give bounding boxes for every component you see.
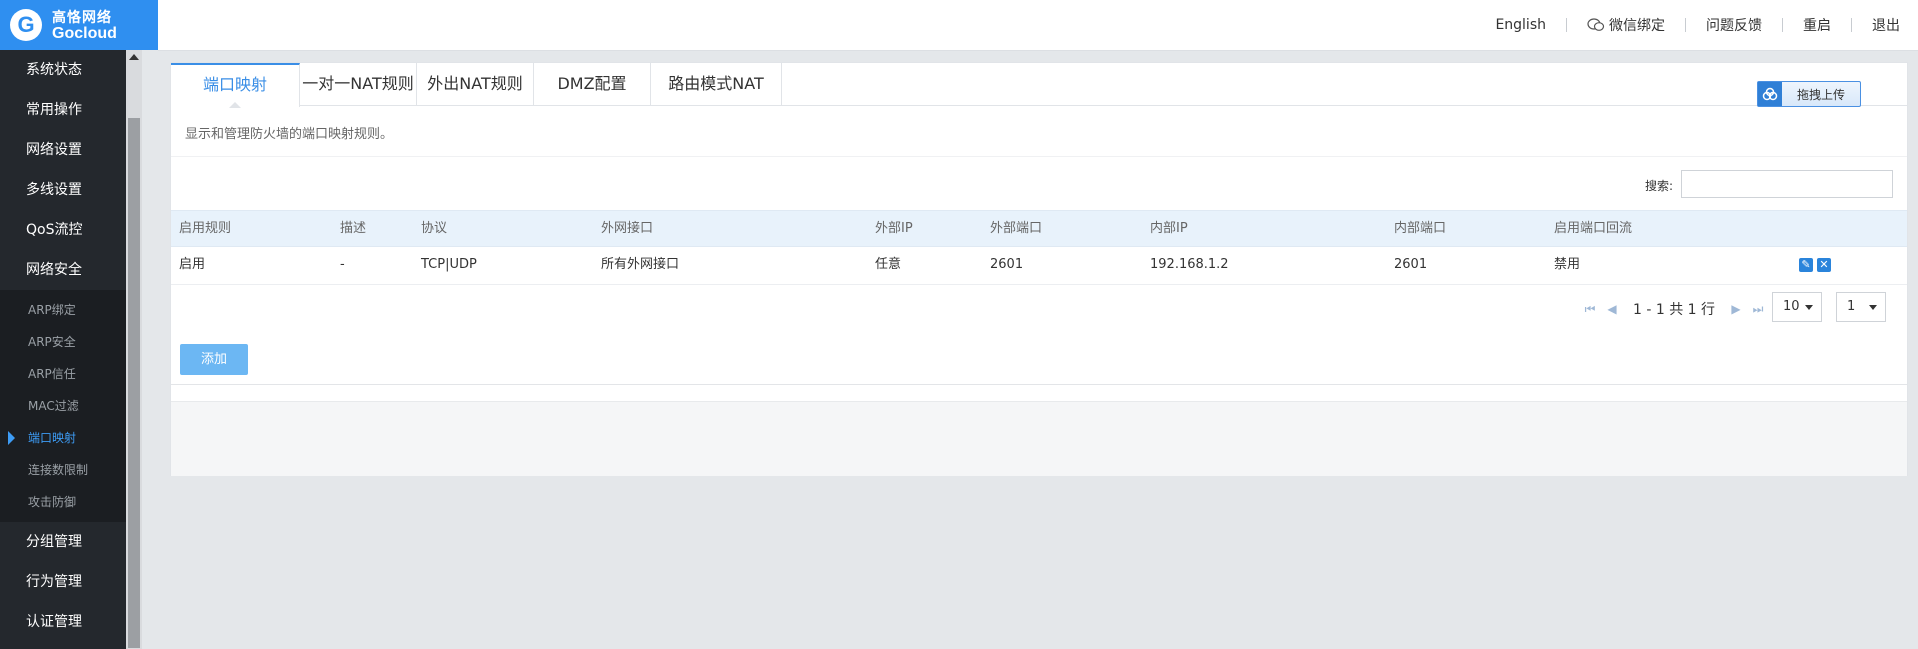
pagination: ⏮ ◀ 1 - 1 共 1 行 ▶ ⏭ [1579, 294, 1769, 324]
sidebar-item-group-mgmt[interactable]: 分组管理 [0, 522, 142, 562]
tab-dmz[interactable]: DMZ配置 [534, 63, 651, 105]
chevron-down-icon [1869, 305, 1877, 310]
search-label: 搜索: [1645, 179, 1674, 193]
reboot-label: 重启 [1803, 18, 1831, 34]
col-port-loopback: 启用端口回流 [1554, 221, 1633, 236]
cloud-upload-icon [1758, 82, 1782, 106]
cell-external-ip: 任意 [875, 257, 902, 272]
delete-icon[interactable]: ✕ [1817, 258, 1831, 272]
drag-upload-label: 拖拽上传 [1796, 87, 1845, 102]
col-external-port: 外部端口 [990, 221, 1043, 236]
tab-outbound-nat[interactable]: 外出NAT规则 [417, 63, 534, 105]
col-description: 描述 [340, 221, 367, 236]
brand-name-en: Gocloud [52, 25, 117, 42]
col-enable-rule: 启用规则 [179, 221, 232, 236]
sidebar-item-behavior-mgmt[interactable]: 行为管理 [0, 562, 142, 602]
tab-route-mode-nat[interactable]: 路由模式NAT [651, 63, 782, 105]
sidebar-item-network-settings[interactable]: 网络设置 [0, 130, 142, 170]
cell-port-loopback: 禁用 [1554, 257, 1581, 272]
sidebar-item-network-security[interactable]: 网络安全 [0, 250, 142, 290]
sidebar-item-system-status[interactable]: 系统状态 [0, 50, 142, 90]
tab-one-to-one-nat[interactable]: 一对一NAT规则 [300, 63, 417, 105]
pagination-summary: 1 - 1 共 1 行 [1633, 302, 1716, 318]
cell-internal-port: 2601 [1394, 257, 1428, 272]
sidebar-subitem-arp-trust[interactable]: ARP信任 [0, 358, 142, 390]
sidebar-item-auth-mgmt[interactable]: 认证管理 [0, 602, 142, 642]
wechat-bind-label: 微信绑定 [1609, 18, 1665, 34]
last-page-icon[interactable]: ⏭ [1751, 302, 1765, 316]
language-link[interactable]: English [1495, 17, 1546, 33]
wechat-bind-link[interactable]: 微信绑定 [1587, 15, 1665, 35]
col-internal-port: 内部端口 [1394, 221, 1447, 236]
top-header: English 微信绑定 问题反馈 重启 退出 [158, 0, 1918, 51]
divider [171, 384, 1907, 385]
scrollbar-thumb[interactable] [128, 118, 140, 648]
feedback-label: 问题反馈 [1706, 18, 1762, 34]
page-size-select[interactable]: 10 [1772, 292, 1822, 322]
table-header: 启用规则 描述 协议 外网接口 外部IP 外部端口 内部IP 内部端口 启用端口… [171, 210, 1907, 247]
col-protocol: 协议 [421, 221, 448, 236]
page-description: 显示和管理防火墙的端口映射规则。 [185, 127, 394, 142]
gocloud-logo-icon [10, 9, 42, 41]
language-link-label: English [1495, 17, 1546, 33]
header-links: English 微信绑定 问题反馈 重启 退出 [1495, 0, 1900, 50]
scroll-up-icon[interactable] [129, 54, 139, 60]
page-number-value: 1 [1847, 299, 1856, 314]
col-internal-ip: 内部IP [1150, 221, 1188, 236]
divider [1566, 18, 1567, 32]
col-external-ip: 外部IP [875, 221, 913, 236]
sidebar-item-multiline[interactable]: 多线设置 [0, 170, 142, 210]
sidebar-subitem-conn-limit[interactable]: 连接数限制 [0, 454, 142, 486]
sidebar-subitem-attack-defense[interactable]: 攻击防御 [0, 486, 142, 518]
brand-logo: 高恪网络 Gocloud [0, 0, 158, 50]
sidebar-subitem-arp-security[interactable]: ARP安全 [0, 326, 142, 358]
drag-upload-button[interactable]: 拖拽上传 [1757, 81, 1861, 107]
logout-link[interactable]: 退出 [1872, 15, 1900, 35]
cell-description: - [340, 257, 345, 272]
page-number-select[interactable]: 1 [1836, 292, 1886, 322]
reboot-link[interactable]: 重启 [1803, 15, 1831, 35]
chevron-down-icon [1805, 305, 1813, 310]
cell-enable-rule: 启用 [179, 257, 206, 272]
security-submenu: ARP绑定 ARP安全 ARP信任 MAC过滤 端口映射 连接数限制 攻击防御 [0, 290, 142, 522]
add-button[interactable]: 添加 [180, 344, 248, 375]
panel-footer [171, 401, 1907, 476]
feedback-link[interactable]: 问题反馈 [1706, 15, 1762, 35]
sidebar-subitem-mac-filter[interactable]: MAC过滤 [0, 390, 142, 422]
divider [1782, 18, 1783, 32]
col-wan-interface: 外网接口 [601, 221, 654, 236]
sidebar-menu: 系统状态 常用操作 网络设置 多线设置 QoS流控 网络安全 ARP绑定 ARP… [0, 50, 142, 642]
divider [171, 156, 1907, 157]
table-row: 启用 - TCP|UDP 所有外网接口 任意 2601 192.168.1.2 … [171, 246, 1907, 285]
brand-name-cn: 高恪网络 [52, 10, 112, 26]
cell-internal-ip: 192.168.1.2 [1150, 257, 1229, 272]
search-input[interactable] [1681, 170, 1893, 198]
tab-port-mapping[interactable]: 端口映射 [171, 63, 300, 108]
divider [1851, 18, 1852, 32]
page-size-value: 10 [1783, 299, 1800, 314]
prev-page-icon[interactable]: ◀ [1605, 302, 1619, 316]
cell-protocol: TCP|UDP [421, 257, 477, 272]
cell-external-port: 2601 [990, 257, 1024, 272]
wechat-icon [1587, 18, 1605, 32]
sidebar-item-common-ops[interactable]: 常用操作 [0, 90, 142, 130]
next-page-icon[interactable]: ▶ [1729, 302, 1743, 316]
sidebar: 系统状态 常用操作 网络设置 多线设置 QoS流控 网络安全 ARP绑定 ARP… [0, 50, 142, 649]
first-page-icon[interactable]: ⏮ [1583, 302, 1597, 316]
main-panel: 端口映射 一对一NAT规则 外出NAT规则 DMZ配置 路由模式NAT 拖拽上传… [170, 62, 1908, 476]
tab-bar: 端口映射 一对一NAT规则 外出NAT规则 DMZ配置 路由模式NAT 拖拽上传 [171, 63, 1907, 108]
divider [1685, 18, 1686, 32]
sidebar-item-qos[interactable]: QoS流控 [0, 210, 142, 250]
cell-wan-interface: 所有外网接口 [601, 257, 680, 272]
sidebar-subitem-port-mapping[interactable]: 端口映射 [0, 422, 142, 454]
sidebar-scrollbar[interactable] [126, 50, 142, 649]
logout-label: 退出 [1872, 18, 1900, 34]
edit-icon[interactable]: ✎ [1799, 258, 1813, 272]
sidebar-subitem-arp-bind[interactable]: ARP绑定 [0, 294, 142, 326]
